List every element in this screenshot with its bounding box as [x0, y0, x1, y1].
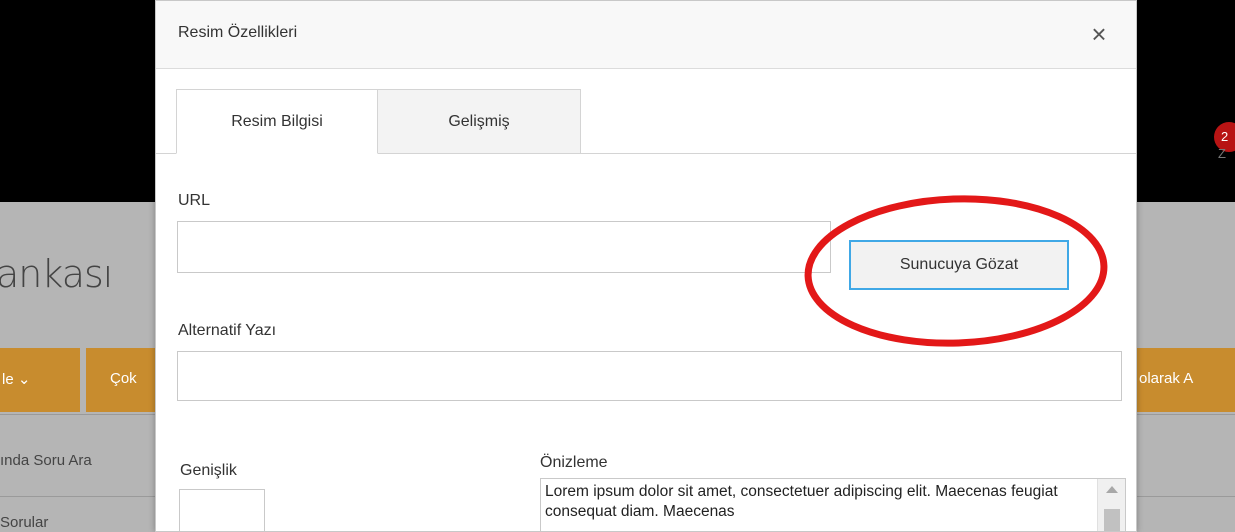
preview-text: Lorem ipsum dolor sit amet, consectetuer… [545, 483, 1058, 520]
alt-text-input[interactable] [177, 351, 1122, 401]
tab-image-info[interactable]: Resim Bilgisi [176, 89, 378, 154]
background-nav-button-1[interactable]: le ⌄ [0, 348, 80, 412]
dialog-tabs: Resim Bilgisi Gelişmiş [156, 69, 1136, 155]
tab-advanced[interactable]: Gelişmiş [377, 89, 581, 154]
width-label: Genişlik [180, 462, 237, 479]
url-input[interactable] [177, 221, 831, 273]
close-icon[interactable]: × [1086, 21, 1112, 47]
background-nav-button-3[interactable]: olarak A [1137, 348, 1235, 412]
url-label: URL [178, 192, 211, 209]
dialog-header: Resim Özellikleri × [156, 1, 1136, 69]
background-nav-button-2[interactable]: Çok [86, 348, 166, 412]
browse-server-button[interactable]: Sunucuya Gözat [849, 240, 1069, 290]
preview-label: Önizleme [540, 454, 608, 471]
background-row-text-2: Sorular [0, 514, 49, 531]
scroll-thumb[interactable] [1104, 509, 1120, 531]
background-page-title: ankası [0, 252, 113, 296]
width-input[interactable] [179, 489, 265, 531]
background-row-text-1: ında Soru Ara [0, 452, 92, 469]
preview-box[interactable]: Lorem ipsum dolor sit amet, consectetuer… [540, 478, 1126, 531]
preview-scrollbar[interactable] [1097, 479, 1125, 531]
notification-badge-text: Z [1218, 146, 1226, 161]
scroll-up-arrow-icon[interactable] [1106, 486, 1118, 493]
dialog-title: Resim Özellikleri [178, 24, 298, 41]
image-properties-dialog: Resim Özellikleri × Resim Bilgisi Gelişm… [155, 0, 1137, 532]
alt-text-label: Alternatif Yazı [178, 322, 277, 339]
